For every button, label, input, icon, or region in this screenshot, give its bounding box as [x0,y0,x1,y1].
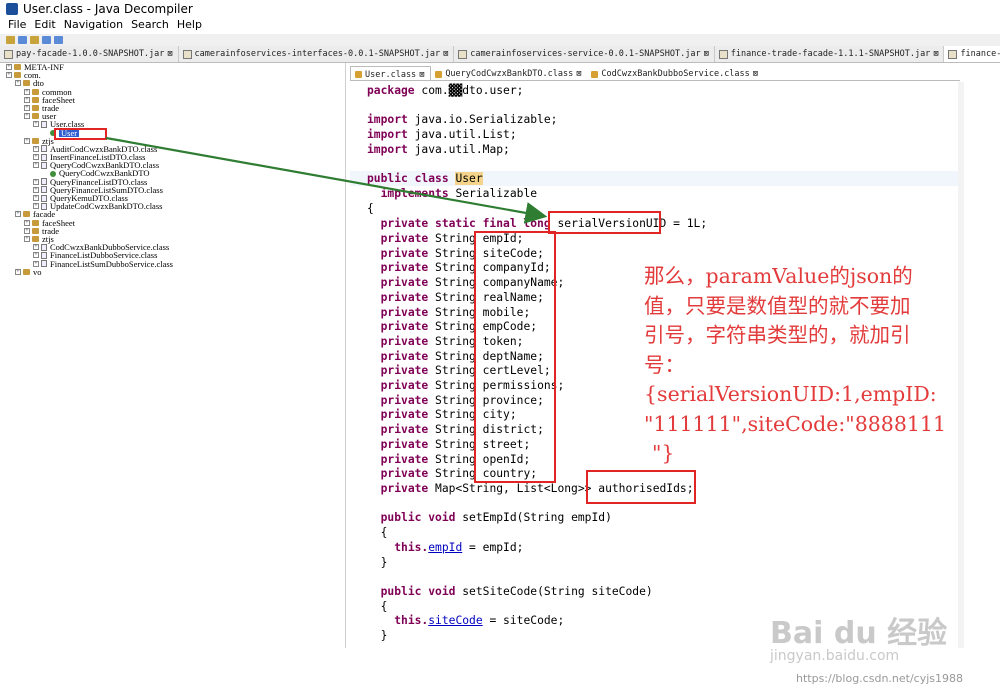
annotation-line: "111111",siteCode:"8888111 [644,411,946,436]
baidu-watermark-logo: Bai du 经验 [770,616,948,651]
annotation-line: 值，只要是数值型的就不要加 [644,293,911,318]
annotation-line: "} [652,441,675,465]
annotation-line: 那么，paramValue的json的 [644,264,913,288]
baidu-watermark-site: jingyan.baidu.com [770,648,900,664]
annotation-text: 那么，paramValue的json的 值，只要是数值型的就不要加 引号，字符串… [644,262,964,469]
annotation-line: 引号，字符串类型的，就加引 [644,323,911,347]
annotation-line: {serialVersionUID:1,empID: [644,382,937,406]
annotation-line: 号： [644,352,685,377]
csdn-watermark: https://blog.csdn.net/cyjs1988 [796,672,964,685]
